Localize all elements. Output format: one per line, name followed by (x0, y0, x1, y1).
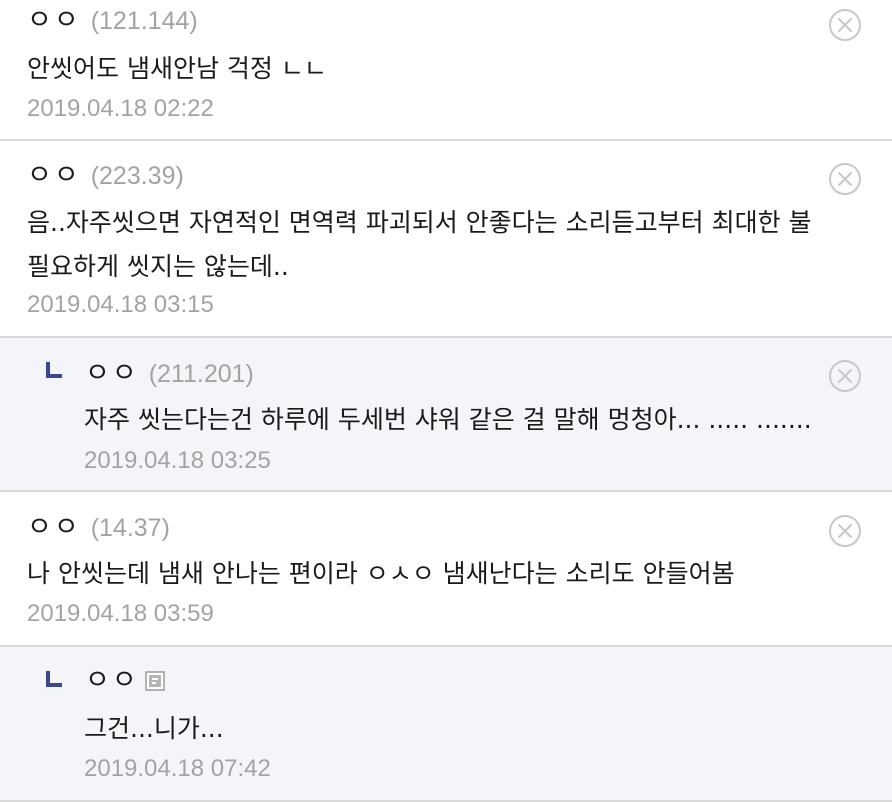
delete-comment-button[interactable] (828, 162, 862, 196)
reply-comment-item: ㅇㅇ 그건...니가... 2019.04.18 07:42 (0, 647, 892, 802)
comment-header: ㅇㅇ (85, 666, 165, 696)
comment-ip: (211.201) (148, 360, 254, 388)
comment-text-line: 음..자주씻으면 자연적인 면역력 파괴되서 안좋다는 소리듣고부터 최대한 불 (27, 208, 812, 237)
comment-text: 안씻어도 냄새안남 걱정 ㄴㄴ (27, 54, 327, 83)
comment-nickname[interactable]: ㅇㅇ (27, 513, 81, 543)
comment-date: 2019.04.18 03:59 (27, 600, 214, 627)
delete-comment-button[interactable] (828, 8, 862, 42)
delete-comment-button[interactable] (828, 514, 862, 548)
comment-header: ㅇㅇ (223.39) (27, 161, 184, 191)
comment-ip: (121.144) (90, 7, 198, 35)
comment-item: ㅇㅇ (14.37) 나 안씻는데 냄새 안나는 편이라 ㅇㅅㅇ 냄새난다는 소… (0, 492, 892, 647)
comment-ip: (14.37) (90, 514, 170, 542)
comment-date: 2019.04.18 03:15 (27, 291, 214, 318)
comment-nickname[interactable]: ㅇㅇ (27, 6, 81, 36)
comment-nickname[interactable]: ㅇㅇ (85, 359, 139, 389)
comment-date: 2019.04.18 02:22 (27, 95, 214, 122)
reply-arrow-icon (46, 671, 62, 687)
delete-comment-button[interactable] (828, 359, 862, 393)
comment-nickname[interactable]: ㅇㅇ (27, 161, 81, 191)
gallog-icon[interactable] (144, 671, 165, 691)
comment-date: 2019.04.18 07:42 (84, 755, 271, 782)
reply-comment-item: ㅇㅇ (211.201) 자주 씻는다는건 하루에 두세번 샤워 같은 걸 말해… (0, 338, 892, 492)
comment-text: 자주 씻는다는건 하루에 두세번 샤워 같은 걸 말해 멍청아... .....… (84, 405, 812, 434)
comment-header: ㅇㅇ (14.37) (27, 513, 170, 543)
comment-text: 그건...니가... (84, 714, 224, 743)
comment-date: 2019.04.18 03:25 (84, 447, 271, 474)
comment-header: ㅇㅇ (121.144) (27, 6, 198, 36)
comment-text: 나 안씻는데 냄새 안나는 편이라 ㅇㅅㅇ 냄새난다는 소리도 안들어봄 (27, 559, 735, 588)
reply-arrow-icon (46, 362, 62, 378)
comment-item: ㅇㅇ (121.144) 안씻어도 냄새안남 걱정 ㄴㄴ 2019.04.18 … (0, 0, 892, 141)
comment-list: ㅇㅇ (121.144) 안씻어도 냄새안남 걱정 ㄴㄴ 2019.04.18 … (0, 0, 892, 802)
comment-header: ㅇㅇ (211.201) (85, 359, 254, 389)
comment-text-line: 필요하게 씻지는 않는데.. (27, 252, 289, 281)
comment-item: ㅇㅇ (223.39) 음..자주씻으면 자연적인 면역력 파괴되서 안좋다는 … (0, 141, 892, 338)
comment-ip: (223.39) (90, 162, 184, 190)
comment-nickname[interactable]: ㅇㅇ (85, 666, 139, 696)
